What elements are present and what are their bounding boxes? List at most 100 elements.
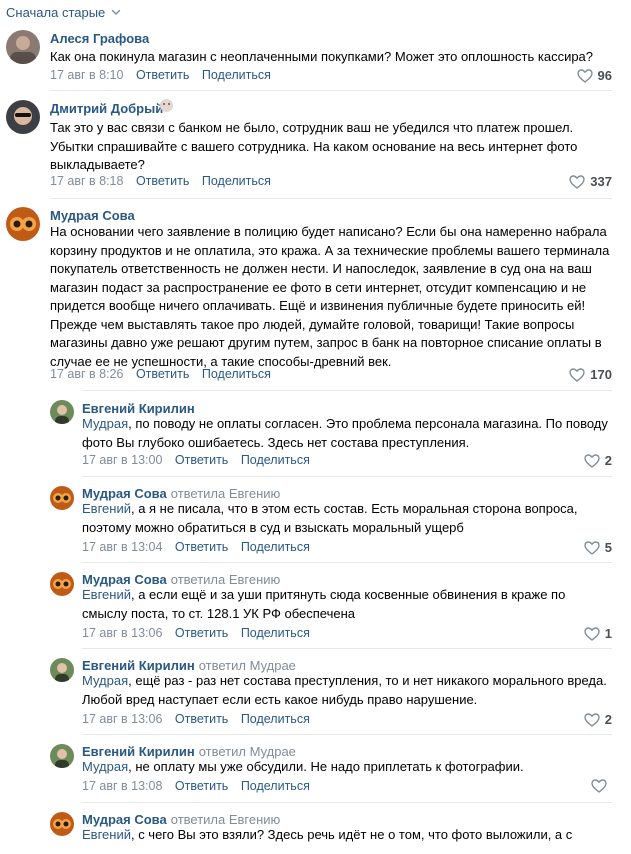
share-button[interactable]: Поделиться [202, 174, 271, 188]
reply-button[interactable]: Ответить [175, 712, 228, 726]
reply-time[interactable]: 17 авг в 13:00 [82, 453, 162, 467]
comment-author[interactable]: Мудрая Сова [50, 208, 135, 223]
share-button[interactable]: Поделиться [241, 779, 310, 793]
like-count: 2 [604, 712, 612, 727]
replied-to[interactable]: ответил Мудрае [199, 658, 296, 673]
share-button[interactable]: Поделиться [241, 626, 310, 640]
like-button[interactable] [591, 779, 612, 793]
chevron-down-icon [112, 9, 121, 15]
replied-to[interactable]: ответил Мудрае [199, 744, 296, 759]
like-button[interactable]: 2 [584, 453, 612, 468]
comment: Дмитрий Добрый Так это у вас связи с бан… [0, 98, 631, 198]
like-count: 337 [590, 174, 612, 189]
heart-icon [584, 540, 600, 555]
reply-author[interactable]: Евгений Кирилин [82, 744, 195, 759]
reply-header: Мудрая Сова ответила Евгению [82, 812, 280, 827]
reply-button[interactable]: Ответить [175, 626, 228, 640]
reply-time[interactable]: 17 авг в 13:06 [82, 626, 162, 640]
reply-author[interactable]: Евгений Кирилин [82, 658, 195, 673]
like-count: 96 [597, 68, 612, 83]
avatar[interactable] [50, 658, 74, 682]
comment-meta: 17 авг в 8:26 Ответить Поделиться [50, 367, 280, 381]
like-button[interactable]: 2 [584, 712, 612, 727]
comment-time[interactable]: 17 авг в 8:10 [50, 68, 123, 82]
comment-meta: 17 авг в 8:18 Ответить Поделиться [50, 174, 280, 188]
share-button[interactable]: Поделиться [241, 712, 310, 726]
reply-header: Мудрая Сова ответила Евгению [82, 486, 280, 501]
reply-button[interactable]: Ответить [175, 453, 228, 467]
reply-author[interactable]: Мудрая Сова [82, 812, 167, 827]
avatar[interactable] [6, 100, 40, 134]
like-button[interactable]: 170 [569, 367, 612, 382]
like-count: 1 [604, 626, 612, 641]
reply-time[interactable]: 17 авг в 13:08 [82, 779, 162, 793]
reply-text: Евгений, а я не писала, что в этом есть … [82, 501, 578, 535]
comment-author[interactable]: Алеся Графова [50, 31, 149, 46]
comment-meta: 17 авг в 8:10 Ответить Поделиться [50, 68, 280, 82]
share-button[interactable]: Поделиться [241, 540, 310, 554]
avatar[interactable] [6, 207, 40, 241]
heart-icon [584, 712, 600, 727]
reply-text: Мудрая, не оплату мы уже обсудили. Не на… [82, 759, 524, 774]
reply-button[interactable]: Ответить [136, 68, 189, 82]
comment: Мудрая Сова На основании чего заявление … [0, 205, 631, 385]
avatar[interactable] [6, 30, 40, 64]
avatar[interactable] [50, 744, 74, 768]
reply-author[interactable]: Евгений Кирилин [82, 401, 195, 416]
sort-order-toggle[interactable]: Сначала старые [6, 3, 122, 21]
comment: Алеся Графова Как она покинула магазин с… [0, 28, 631, 90]
comment-time[interactable]: 17 авг в 8:26 [50, 367, 123, 381]
reply-button[interactable]: Ответить [136, 174, 189, 188]
reply-meta: 17 авг в 13:06 Ответить Поделиться [82, 712, 319, 726]
reply-meta: 17 авг в 13:08 Ответить Поделиться [82, 779, 319, 793]
reply-header: Евгений Кирилин ответил Мудрае [82, 658, 296, 673]
reply: Мудрая Сова ответила Евгению Евгений, а е… [0, 570, 631, 642]
reply-mention[interactable]: Мудрая [82, 673, 128, 688]
like-button[interactable]: 5 [584, 540, 612, 555]
like-button[interactable]: 1 [584, 626, 612, 641]
reply-mention[interactable]: Евгений [82, 501, 131, 516]
divider [50, 198, 612, 199]
heart-icon [591, 779, 607, 793]
reply: Мудрая Сова ответила Евгению Евгений, с ч… [0, 810, 631, 854]
sort-order-label: Сначала старые [6, 4, 106, 20]
comment-author[interactable]: Дмитрий Добрый [50, 101, 163, 116]
reply: Евгений Кирилин ответил Мудрае Мудрая, ещ… [0, 656, 631, 728]
avatar[interactable] [50, 812, 74, 836]
divider [82, 734, 612, 735]
reply-header: Евгений Кирилин ответил Мудрае [82, 744, 296, 759]
comment-text: На основании чего заявление в полицию бу… [50, 224, 610, 369]
reply: Евгений Кирилин Мудрая, по поводу не опл… [0, 398, 631, 470]
replied-to[interactable]: ответила Евгению [171, 486, 281, 501]
reply-mention[interactable]: Евгений [82, 587, 131, 602]
replied-to[interactable]: ответила Евгению [171, 572, 281, 587]
like-button[interactable]: 337 [569, 174, 612, 189]
reply-button[interactable]: Ответить [136, 367, 189, 381]
reply-time[interactable]: 17 авг в 13:06 [82, 712, 162, 726]
like-count: 2 [604, 453, 612, 468]
reply: Евгений Кирилин ответил Мудрае Мудрая, не… [0, 742, 631, 797]
comment-text: Как она покинула магазин с неоплаченными… [50, 49, 594, 64]
reply-button[interactable]: Ответить [175, 779, 228, 793]
reply-mention[interactable]: Евгений [82, 827, 131, 842]
avatar[interactable] [50, 486, 74, 510]
reply: Мудрая Сова ответила Евгению Евгений, а я… [0, 484, 631, 556]
replied-to[interactable]: ответила Евгению [171, 812, 281, 827]
reply-meta: 17 авг в 13:04 Ответить Поделиться [82, 540, 319, 554]
reply-meta: 17 авг в 13:00 Ответить Поделиться [82, 453, 319, 467]
reply-mention[interactable]: Мудрая [82, 416, 128, 431]
share-button[interactable]: Поделиться [202, 68, 271, 82]
reply-text: Евгений, а если ещё и за уши притянуть с… [82, 587, 566, 621]
reply-author[interactable]: Мудрая Сова [82, 572, 167, 587]
reply-mention[interactable]: Мудрая [82, 759, 128, 774]
share-button[interactable]: Поделиться [202, 367, 271, 381]
like-button[interactable]: 96 [576, 68, 612, 83]
avatar[interactable] [50, 572, 74, 596]
share-button[interactable]: Поделиться [241, 453, 310, 467]
reply-time[interactable]: 17 авг в 13:04 [82, 540, 162, 554]
comment-time[interactable]: 17 авг в 8:18 [50, 174, 123, 188]
heart-icon [576, 68, 593, 83]
reply-author[interactable]: Мудрая Сова [82, 486, 167, 501]
reply-button[interactable]: Ответить [175, 540, 228, 554]
avatar[interactable] [50, 400, 74, 424]
